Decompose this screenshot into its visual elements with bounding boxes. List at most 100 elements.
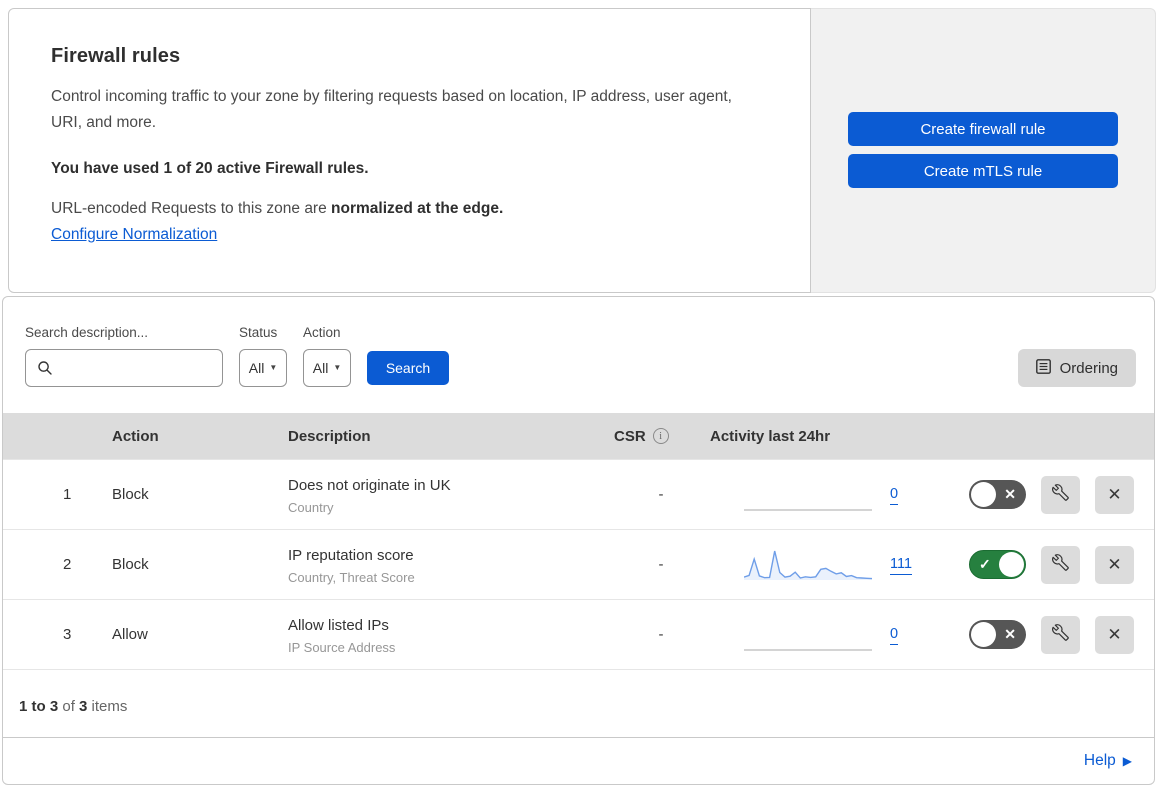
ordering-list-icon <box>1035 358 1051 378</box>
rule-priority: 2 <box>63 556 72 573</box>
rule-csr: - <box>658 486 664 503</box>
wrench-icon <box>1052 623 1069 646</box>
rule-priority: 3 <box>63 626 72 643</box>
search-box <box>25 349 223 387</box>
search-group: Search description... <box>25 325 223 387</box>
rule-csr: - <box>658 626 664 643</box>
chevron-down-icon: ▼ <box>269 363 278 372</box>
rule-description: IP reputation score <box>288 546 414 564</box>
create-mtls-rule-button[interactable]: Create mTLS rule <box>848 154 1118 188</box>
delete-rule-button[interactable]: ✕ <box>1095 615 1134 654</box>
rule-description: Does not originate in UK <box>288 476 451 494</box>
rule-action: Block <box>112 556 149 573</box>
pagination-of: of <box>58 698 80 715</box>
toggle-knob <box>971 482 996 507</box>
wrench-icon <box>1052 553 1069 576</box>
search-button[interactable]: Search <box>367 351 449 385</box>
activity-count-link[interactable]: 0 <box>890 625 899 645</box>
toggle-knob <box>999 552 1024 577</box>
rule-activity-cell: 0 <box>709 477 959 513</box>
close-icon: ✕ <box>1107 624 1122 644</box>
activity-sparkline <box>744 477 872 513</box>
wrench-icon <box>1052 483 1069 506</box>
close-icon: ✕ <box>1107 484 1122 504</box>
rule-description-cell: Does not originate in UK Country <box>287 475 613 515</box>
activity-count-link[interactable]: 111 <box>890 555 913 575</box>
rules-list-card: Search description... Status All ▼ Actio… <box>2 296 1155 785</box>
action-dropdown[interactable]: All ▼ <box>303 349 351 387</box>
rule-controls: ✓ ✕ ✕ <box>959 475 1154 514</box>
rule-csr: - <box>658 556 664 573</box>
pagination-items: items <box>87 698 128 715</box>
edit-rule-button[interactable] <box>1041 615 1080 654</box>
ordering-button-label: Ordering <box>1059 359 1118 377</box>
normalization-note: URL-encoded Requests to this zone are no… <box>51 200 770 218</box>
page-description: Control incoming traffic to your zone by… <box>51 88 732 131</box>
activity-count-link[interactable]: 0 <box>890 485 899 505</box>
search-input[interactable] <box>25 349 223 387</box>
ordering-button[interactable]: Ordering <box>1017 349 1136 387</box>
edit-rule-button[interactable] <box>1041 545 1080 584</box>
activity-sparkline <box>744 547 872 583</box>
rule-action: Block <box>112 486 149 503</box>
chevron-down-icon: ▼ <box>333 363 342 372</box>
rule-enabled-toggle[interactable]: ✓ ✕ <box>969 480 1026 509</box>
configure-normalization-link[interactable]: Configure Normalization <box>51 226 217 244</box>
firewall-rules-page: Firewall rules Control incoming traffic … <box>0 0 1161 791</box>
rule-controls: ✓ ✕ ✕ <box>959 545 1154 584</box>
rule-description-cell: IP reputation score Country, Threat Scor… <box>287 545 613 585</box>
delete-rule-button[interactable]: ✕ <box>1095 545 1134 584</box>
rule-enabled-toggle[interactable]: ✓ ✕ <box>969 620 1026 649</box>
normalization-note-bold: normalized at the edge. <box>331 200 504 217</box>
arrow-right-icon: ▶ <box>1122 754 1132 768</box>
create-buttons-group: Create firewall rule Create mTLS rule <box>848 112 1118 188</box>
edit-rule-button[interactable] <box>1041 475 1080 514</box>
rule-fields: Country, Threat Score <box>288 569 415 585</box>
rule-priority: 1 <box>63 486 72 503</box>
column-description: Description <box>288 427 371 445</box>
help-link[interactable]: Help ▶ <box>1084 752 1132 770</box>
help-bar: Help ▶ <box>3 737 1154 784</box>
x-icon: ✕ <box>1004 625 1016 642</box>
column-csr-label: CSR <box>614 427 646 445</box>
info-icon[interactable]: i <box>652 428 669 444</box>
status-dropdown-value: All <box>248 360 265 376</box>
action-filter-group: Action All ▼ <box>303 325 351 387</box>
pagination-summary: 1 to 3 of 3 items <box>3 669 1154 737</box>
rule-description: Allow listed IPs <box>288 616 389 634</box>
rule-fields: Country <box>288 499 334 515</box>
rule-enabled-toggle[interactable]: ✓ ✕ <box>969 550 1026 579</box>
toggle-knob <box>971 622 996 647</box>
table-row: 1 Block Does not originate in UK Country… <box>3 459 1154 529</box>
pagination-range: 1 to 3 <box>19 698 59 715</box>
table-header-row: Action Description CSR i Activity last 2… <box>3 413 1154 459</box>
rule-activity-cell: 111 <box>709 547 959 583</box>
rule-description-cell: Allow listed IPs IP Source Address <box>287 615 613 655</box>
check-icon: ✓ <box>979 555 991 572</box>
table-row: 2 Block IP reputation score Country, Thr… <box>3 529 1154 599</box>
x-icon: ✕ <box>1004 485 1016 502</box>
rule-controls: ✓ ✕ ✕ <box>959 615 1154 654</box>
activity-sparkline <box>744 617 872 653</box>
rule-action: Allow <box>112 626 148 643</box>
delete-rule-button[interactable]: ✕ <box>1095 475 1134 514</box>
page-title: Firewall rules <box>51 45 181 67</box>
search-label: Search description... <box>25 325 149 340</box>
normalization-note-text: URL-encoded Requests to this zone are <box>51 200 332 217</box>
column-action: Action <box>112 427 159 445</box>
rule-activity-cell: 0 <box>709 617 959 653</box>
column-activity: Activity last 24hr <box>710 427 831 445</box>
filter-bar: Search description... Status All ▼ Actio… <box>3 297 1154 413</box>
action-dropdown-value: All <box>312 360 329 376</box>
actions-side-panel: Create firewall rule Create mTLS rule <box>811 8 1156 293</box>
status-dropdown[interactable]: All ▼ <box>239 349 287 387</box>
rule-fields: IP Source Address <box>288 639 396 655</box>
table-row: 3 Allow Allow listed IPs IP Source Addre… <box>3 599 1154 669</box>
column-csr: CSR i <box>613 428 709 445</box>
usage-summary: You have used 1 of 20 active Firewall ru… <box>51 160 369 177</box>
create-firewall-rule-button[interactable]: Create firewall rule <box>848 112 1118 146</box>
help-link-label: Help <box>1083 752 1116 769</box>
status-label: Status <box>239 325 278 340</box>
firewall-rules-header-card: Firewall rules Control incoming traffic … <box>8 8 811 293</box>
status-filter-group: Status All ▼ <box>239 325 287 387</box>
